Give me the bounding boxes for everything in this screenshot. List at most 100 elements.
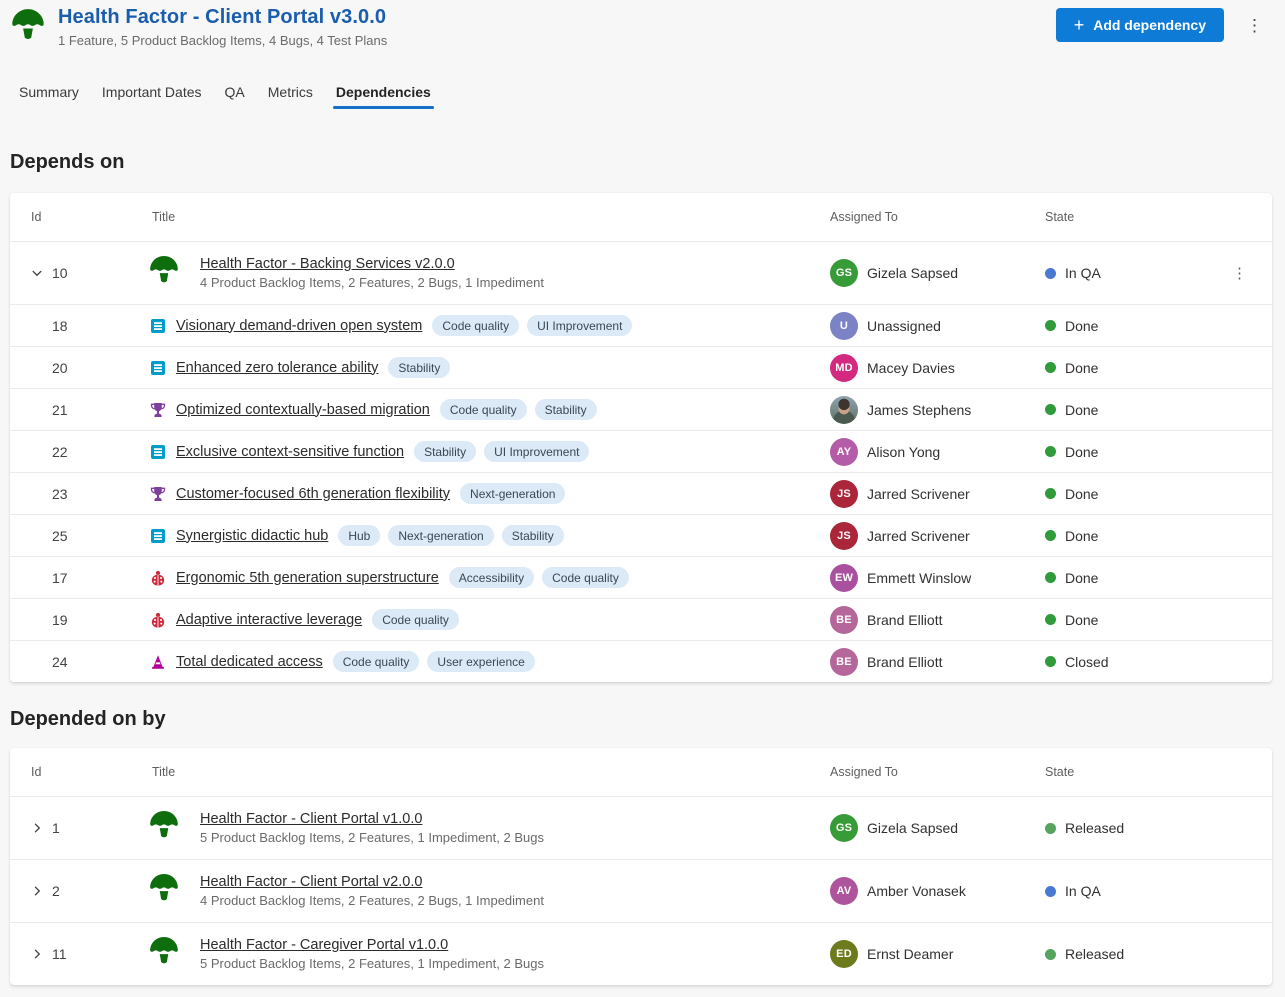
tab-qa[interactable]: QA [224, 80, 246, 109]
state-dot [1045, 656, 1056, 667]
table-row: 11 Health Factor - Caregiver Portal v1.0.… [10, 922, 1272, 985]
work-item-link[interactable]: Health Factor - Backing Services v2.0.0 [200, 256, 544, 272]
id-cell: 24 [10, 654, 148, 670]
chevron-down-icon[interactable] [30, 266, 44, 280]
assignee-name: Amber Vonasek [867, 883, 966, 899]
state-label: Done [1065, 528, 1098, 544]
row-id: 11 [52, 946, 67, 962]
assigned-cell: AVAmber Vonasek [830, 877, 1035, 905]
work-item-link[interactable]: Adaptive interactive leverage [176, 612, 362, 628]
tag-list: Code qualityUI Improvement [432, 315, 632, 336]
avatar: U [830, 312, 858, 340]
id-cell: 1 [10, 820, 148, 836]
id-cell: 2 [10, 883, 148, 899]
title-cell: Synergistic didactic hubHubNext-generati… [148, 525, 830, 546]
tab-important-dates[interactable]: Important Dates [101, 80, 203, 109]
work-item-link[interactable]: Customer-focused 6th generation flexibil… [176, 486, 450, 502]
work-item-link[interactable]: Exclusive context-sensitive function [176, 444, 404, 460]
state-cell: Done [1035, 402, 1272, 418]
title-cell: Ergonomic 5th generation superstructure A… [148, 567, 830, 588]
table-row: 1 Health Factor - Client Portal v1.0.05 P… [10, 796, 1272, 859]
avatar: JS [830, 480, 858, 508]
state-label: Released [1065, 820, 1124, 836]
state-dot [1045, 362, 1056, 373]
column-header-state: State [1035, 765, 1272, 779]
work-item-link[interactable]: Total dedicated access [176, 654, 323, 670]
tab-dependencies[interactable]: Dependencies [335, 80, 432, 109]
id-cell: 18 [10, 318, 148, 334]
impediment-icon [150, 654, 166, 670]
row-id: 22 [52, 444, 68, 460]
deliverable-icon [148, 255, 180, 292]
avatar: AY [830, 438, 858, 466]
tag-pill: Stability [535, 399, 597, 420]
work-item-link[interactable]: Visionary demand-driven open system [176, 318, 422, 334]
work-item-link[interactable]: Health Factor - Client Portal v1.0.0 [200, 811, 544, 827]
work-item-link[interactable]: Health Factor - Caregiver Portal v1.0.0 [200, 937, 544, 953]
work-item-link[interactable]: Ergonomic 5th generation superstructure [176, 570, 439, 586]
tag-list: AccessibilityCode quality [449, 567, 629, 588]
title-stack: Health Factor - Client Portal v1.0.05 Pr… [200, 811, 544, 845]
pbi-icon [150, 318, 166, 334]
assignee-name: Unassigned [867, 318, 941, 334]
dependency-table: IdTitleAssigned ToState10Health Factor -… [10, 193, 1272, 682]
tag-pill: Hub [338, 525, 380, 546]
tab-summary[interactable]: Summary [18, 80, 80, 109]
title-cell: Exclusive context-sensitive functionStab… [148, 441, 830, 462]
chevron-right-icon[interactable] [30, 884, 44, 898]
avatar: BE [830, 606, 858, 634]
id-cell: 23 [10, 486, 148, 502]
row-id: 24 [52, 654, 68, 670]
state-dot [1045, 614, 1056, 625]
work-item-link[interactable]: Synergistic didactic hub [176, 528, 328, 544]
work-item-link[interactable]: Optimized contextually-based migration [176, 402, 430, 418]
tag-pill: Code quality [372, 609, 459, 630]
more-options-icon[interactable]: ⋮ [1240, 13, 1269, 38]
work-item-link[interactable]: Enhanced zero tolerance ability [176, 360, 378, 376]
id-cell: 20 [10, 360, 148, 376]
chevron-right-icon[interactable] [30, 947, 44, 961]
work-item-summary: 4 Product Backlog Items, 2 Features, 2 B… [200, 893, 544, 908]
tab-metrics[interactable]: Metrics [267, 80, 314, 109]
assigned-cell: GSGizela Sapsed [830, 259, 1035, 287]
column-header-assigned: Assigned To [830, 765, 1035, 779]
bug-icon [150, 570, 166, 586]
state-dot [1045, 886, 1056, 897]
page-header: Health Factor - Client Portal v3.0.0 1 F… [0, 0, 1285, 50]
table-row: 10 Health Factor - Backing Services v2.0.… [10, 241, 1272, 304]
assignee-name: Macey Davies [867, 360, 955, 376]
state-label: In QA [1065, 265, 1101, 281]
tag-pill: Code quality [542, 567, 629, 588]
tag-pill: Stability [388, 357, 450, 378]
id-cell: 10 [10, 265, 148, 281]
title-cell: Adaptive interactive leverage Code qualit… [148, 609, 830, 630]
column-header-state: State [1035, 210, 1272, 224]
title-cell: Total dedicated access Code qualityUser e… [148, 651, 830, 672]
assigned-cell: EDErnst Deamer [830, 940, 1035, 968]
row-more-options-icon[interactable]: ⋮ [1227, 262, 1252, 284]
add-dependency-label: Add dependency [1093, 17, 1206, 33]
assignee-name: Jarred Scrivener [867, 486, 970, 502]
pbi-icon [150, 360, 166, 376]
state-label: Done [1065, 318, 1098, 334]
title-cell: Health Factor - Caregiver Portal v1.0.0 5… [148, 936, 830, 973]
tag-list: Code qualityStability [440, 399, 597, 420]
deliverable-icon [148, 873, 180, 910]
add-dependency-button[interactable]: + Add dependency [1056, 8, 1224, 42]
state-cell: Closed [1035, 654, 1272, 670]
chevron-right-icon[interactable] [30, 821, 44, 835]
row-id: 2 [52, 883, 60, 899]
table-row: 17Ergonomic 5th generation superstructur… [10, 556, 1272, 598]
work-item-link[interactable]: Health Factor - Client Portal v2.0.0 [200, 874, 544, 890]
state-dot [1045, 320, 1056, 331]
assignee-name: James Stephens [867, 402, 971, 418]
avatar-photo [830, 396, 858, 424]
plus-icon: + [1074, 16, 1085, 34]
pbi-icon [150, 444, 166, 460]
page-subtitle: 1 Feature, 5 Product Backlog Items, 4 Bu… [58, 33, 387, 48]
tag-list: Code qualityUser experience [333, 651, 535, 672]
state-label: Done [1065, 402, 1098, 418]
work-item-summary: 5 Product Backlog Items, 2 Features, 1 I… [200, 956, 544, 971]
state-label: Done [1065, 570, 1098, 586]
assigned-cell: GSGizela Sapsed [830, 814, 1035, 842]
